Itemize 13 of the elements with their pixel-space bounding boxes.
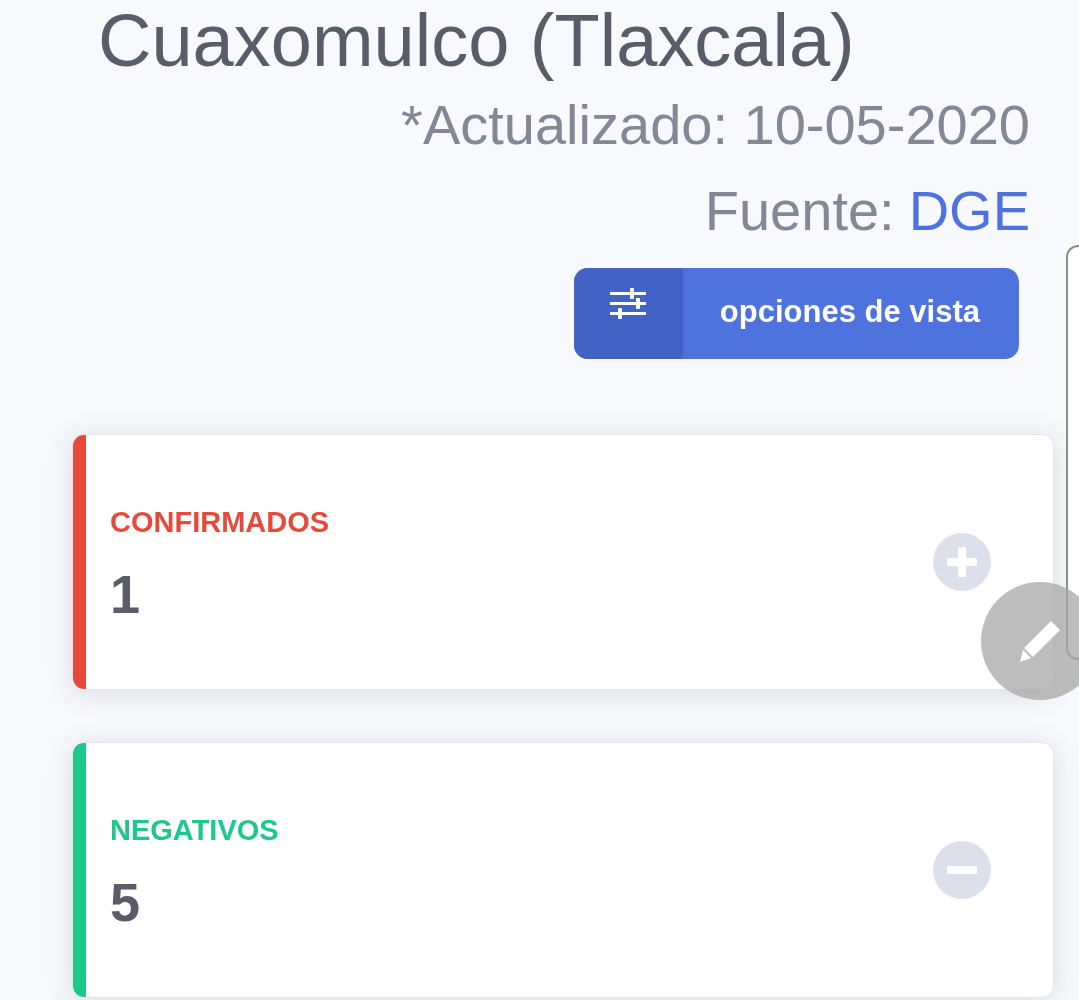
source-label: Fuente:	[704, 178, 895, 244]
stat-label: NEGATIVOS	[110, 813, 280, 848]
updated-date: *Actualizado: 10-05-2020	[401, 92, 1030, 158]
pencil-icon	[1017, 618, 1063, 664]
stat-label: CONFIRMADOS	[110, 505, 331, 540]
source-link[interactable]: DGE	[908, 168, 1030, 254]
stat-value: 5	[110, 871, 142, 934]
stat-value: 1	[110, 563, 142, 626]
minus-circle-icon	[933, 841, 991, 899]
page-title: Cuaxomulco (Tlaxcala)	[98, 0, 855, 82]
view-options-button[interactable]: opciones de vista	[573, 268, 1019, 359]
sliders-icon	[610, 288, 647, 320]
plus-circle-icon	[933, 533, 991, 591]
